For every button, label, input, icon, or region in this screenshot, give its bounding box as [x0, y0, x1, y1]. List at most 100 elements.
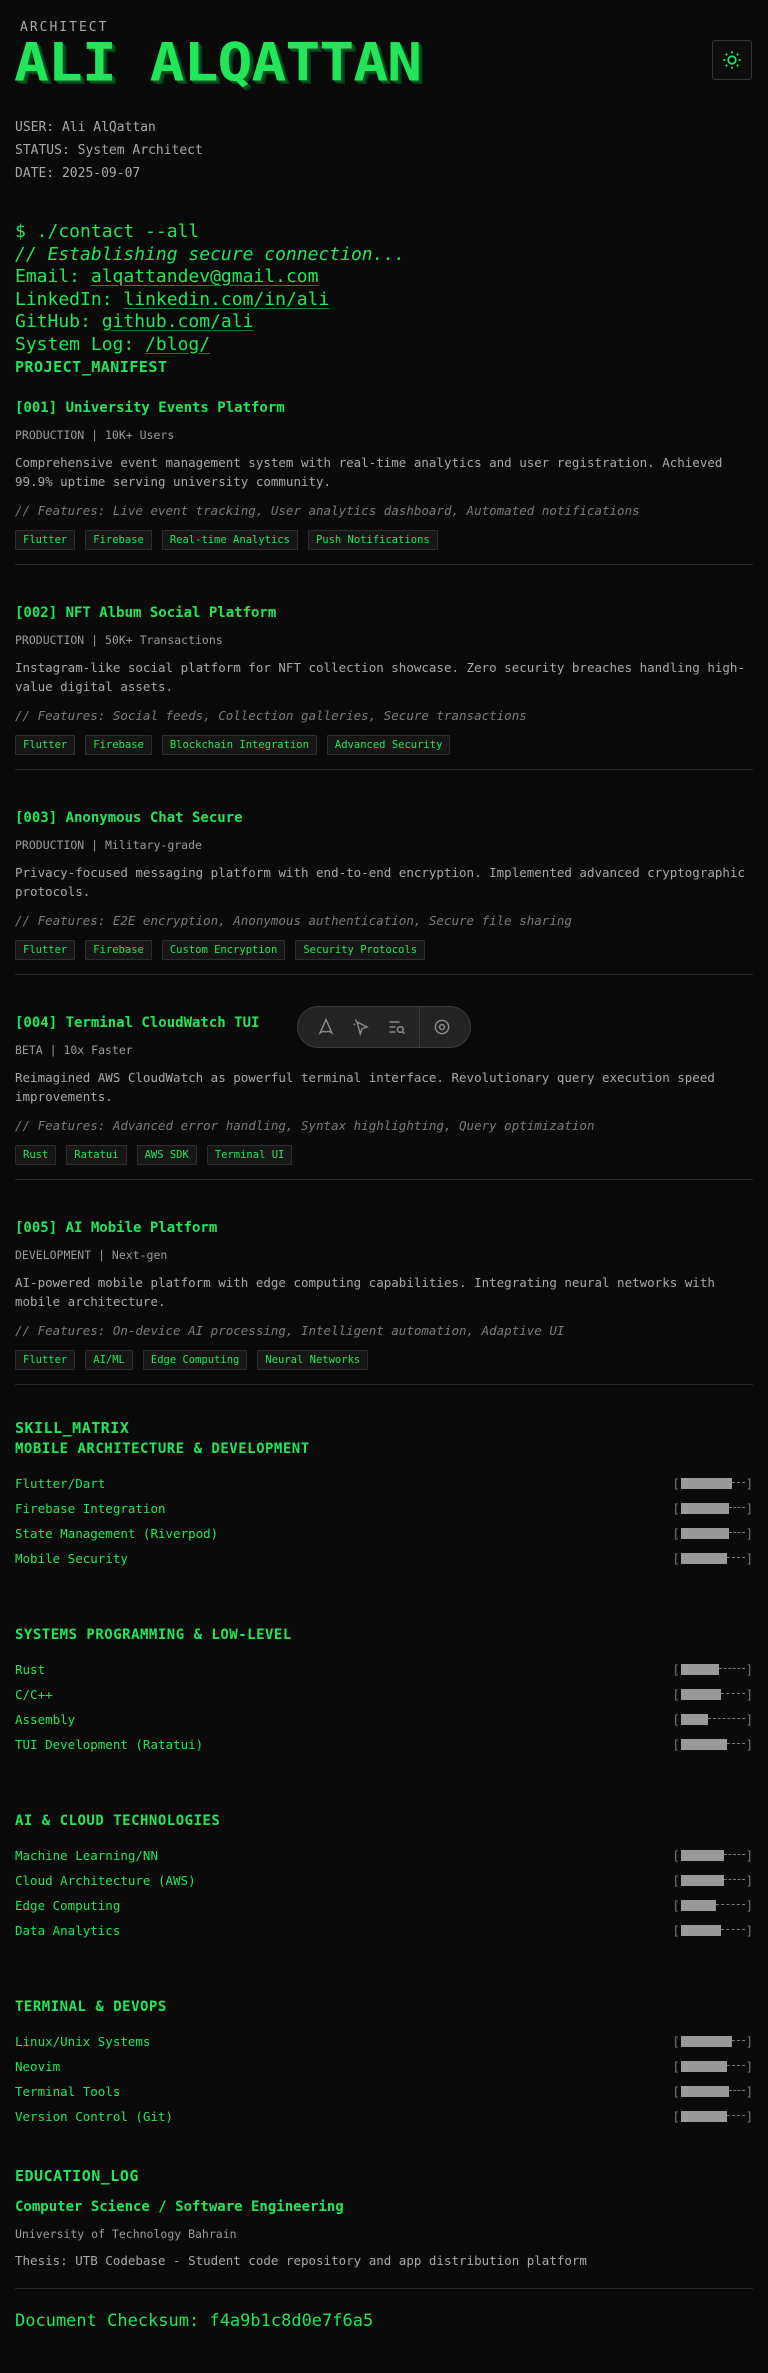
contact-block: $ ./contact --all // Establishing secure… — [0, 185, 768, 376]
toolbar-inspect-button[interactable] — [348, 1013, 376, 1041]
tech-tag: AI/ML — [85, 1350, 133, 1370]
skill-bar-empty — [726, 2115, 745, 2116]
skill-row: Machine Learning/NN [] — [15, 1843, 753, 1868]
skill-level-bar: [] — [672, 1848, 753, 1863]
header: ARCHITECT ALI ALQATTAN — [0, 0, 768, 108]
skill-level-bar: [] — [672, 1476, 753, 1491]
project-description: Instagram-like social platform for NFT c… — [15, 660, 745, 694]
sun-icon — [723, 51, 741, 69]
project-features: // Features: Social feeds, Collection ga… — [15, 708, 527, 723]
skill-bar-fill — [680, 1553, 727, 1564]
skill-bar-fill — [680, 1875, 724, 1886]
email-label: Email: — [15, 266, 81, 287]
tech-tag: Terminal UI — [206, 1145, 293, 1165]
skills-title: SKILL_MATRIX — [15, 1419, 130, 1437]
toolbar-divider — [419, 1006, 421, 1048]
skill-groups: MOBILE ARCHITECTURE & DEVELOPMENT Flutter… — [15, 1441, 753, 2129]
skill-name: Neovim — [15, 2059, 61, 2074]
skill-bar-empty — [707, 1718, 745, 1719]
project-title: [001] University Events Platform — [15, 400, 285, 416]
education-title: EDUCATION_LOG — [15, 2167, 139, 2185]
skill-row: Assembly [] — [15, 1707, 753, 1732]
email-link[interactable]: alqattandev@gmail.com — [91, 266, 319, 287]
education-degree: Computer Science / Software Engineering — [15, 2199, 344, 2215]
skill-bar-empty — [731, 1482, 745, 1483]
contact-syslog-row: System Log: /blog/ — [15, 334, 753, 357]
skill-level-bar: [] — [672, 1551, 753, 1566]
skill-level-bar: [] — [672, 1687, 753, 1702]
skill-bar-fill — [680, 1900, 716, 1911]
tech-tag: AWS SDK — [136, 1145, 197, 1165]
skill-row: Neovim [] — [15, 2054, 753, 2079]
skill-row: Data Analytics [] — [15, 1918, 753, 1943]
project-status: PRODUCTION | 50K+ Transactions — [15, 633, 223, 647]
tech-tag: Flutter — [15, 735, 76, 755]
skill-row: TUI Development (Ratatui) [] — [15, 1732, 753, 1757]
skill-bar-empty — [728, 1507, 745, 1508]
tech-tag: Blockchain Integration — [161, 735, 317, 755]
skill-matrix: SKILL_MATRIX MOBILE ARCHITECTURE & DEVEL… — [15, 1419, 753, 2129]
skill-name: Firebase Integration — [15, 1501, 166, 1516]
skill-group-title: SYSTEMS PROGRAMMING & LOW-LEVEL — [15, 1627, 292, 1643]
skill-bar-empty — [723, 1854, 745, 1855]
skill-row: Version Control (Git) [] — [15, 2104, 753, 2129]
skill-bar-fill — [680, 1925, 721, 1936]
linkedin-link[interactable]: linkedin.com/in/ali — [123, 289, 329, 310]
tech-tag: Neural Networks — [257, 1350, 369, 1370]
syslog-link[interactable]: /blog/ — [145, 334, 210, 355]
skill-level-bar: [] — [672, 1526, 753, 1541]
skill-name: Assembly — [15, 1712, 76, 1727]
skill-level-bar: [] — [672, 2084, 753, 2099]
github-link[interactable]: github.com/ali — [102, 311, 254, 332]
skill-row: Flutter/Dart [] — [15, 1471, 753, 1496]
audit-icon — [389, 1021, 406, 1035]
project-features: // Features: Live event tracking, User a… — [15, 503, 640, 518]
skill-row: Terminal Tools [] — [15, 2079, 753, 2104]
skill-bar-empty — [715, 1904, 745, 1905]
skill-bar-empty — [726, 1557, 745, 1558]
skill-bar-fill — [680, 1739, 727, 1750]
skill-bar-empty — [726, 2065, 745, 2066]
skill-level-bar: [] — [672, 1662, 753, 1677]
theme-toggle-button[interactable] — [712, 40, 752, 80]
skill-bar-empty — [726, 1743, 745, 1744]
skill-group-title: MOBILE ARCHITECTURE & DEVELOPMENT — [15, 1441, 310, 1457]
skill-bar-fill — [680, 2086, 729, 2097]
skill-bar-fill — [680, 1689, 721, 1700]
skill-group: AI & CLOUD TECHNOLOGIES Machine Learning/… — [15, 1813, 753, 1943]
tech-tag: Edge Computing — [142, 1350, 248, 1370]
toolbar-audit-button[interactable] — [383, 1013, 411, 1041]
tech-tag: Push Notifications — [307, 530, 438, 550]
name-banner: ALI ALQATTAN — [14, 32, 422, 94]
skill-name: Linux/Unix Systems — [15, 2034, 151, 2049]
skill-bar-empty — [728, 2090, 745, 2091]
tech-tag: Real-time Analytics — [161, 530, 298, 550]
tech-tag: Rust — [15, 1145, 57, 1165]
skill-bar-fill — [680, 2111, 727, 2122]
inspect-icon — [353, 1019, 369, 1037]
meta-status: STATUS: System Architect — [15, 143, 203, 158]
project-title: [002] NFT Album Social Platform — [15, 605, 277, 621]
skill-row: Rust [] — [15, 1657, 753, 1682]
skill-level-bar: [] — [672, 2059, 753, 2074]
tech-tag: Ratatui — [66, 1145, 127, 1165]
settings-icon — [434, 1019, 450, 1035]
project-features: // Features: On-device AI processing, In… — [15, 1323, 565, 1338]
github-label: GitHub: — [15, 311, 91, 332]
project-list: [001] University Events Platform PRODUCTI… — [0, 376, 768, 1385]
skill-group-title: AI & CLOUD TECHNOLOGIES — [15, 1813, 221, 1829]
skill-bar-fill — [680, 1478, 732, 1489]
skill-name: Cloud Architecture (AWS) — [15, 1873, 196, 1888]
skill-group: TERMINAL & DEVOPS Linux/Unix Systems[] Neo… — [15, 1999, 753, 2129]
toolbar-settings-button[interactable] — [428, 1013, 456, 1041]
skill-level-bar: [] — [672, 1923, 753, 1938]
project-title: [003] Anonymous Chat Secure — [15, 810, 243, 826]
skill-bar-empty — [720, 1693, 745, 1694]
project-features: // Features: Advanced error handling, Sy… — [15, 1118, 595, 1133]
toolbar-astro-button[interactable] — [312, 1013, 340, 1041]
skill-bar-empty — [728, 1532, 745, 1533]
skill-name: Flutter/Dart — [15, 1476, 106, 1491]
project-description: Privacy-focused messaging platform with … — [15, 865, 745, 899]
skill-name: Machine Learning/NN — [15, 1848, 158, 1863]
project-card: [005] AI Mobile Platform DEVELOPMENT | Ne… — [15, 1180, 753, 1385]
